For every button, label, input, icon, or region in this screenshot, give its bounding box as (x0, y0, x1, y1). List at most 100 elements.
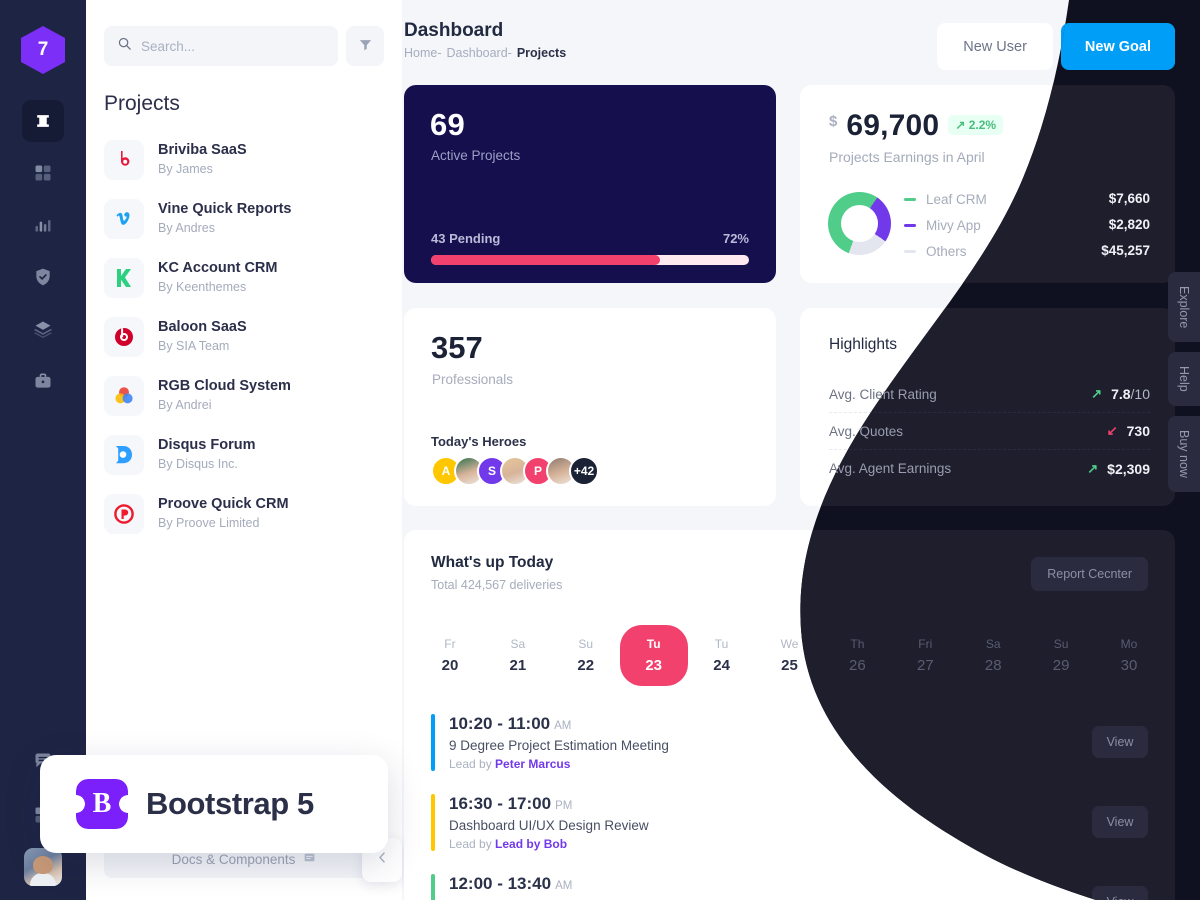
project-name: RGB Cloud System (158, 377, 291, 394)
earnings-legend: Leaf CRM Mivy App Others (904, 186, 987, 264)
rail-item-1-grid[interactable] (22, 152, 64, 194)
legend-item: Others (904, 238, 987, 264)
event-lead-name[interactable]: Peter Marcus (495, 757, 570, 771)
calendar-day[interactable]: Th 26 (823, 625, 891, 686)
calendar-day[interactable]: Tu 24 (688, 625, 756, 686)
list-item[interactable]: Baloon SaaS By SIA Team (104, 307, 402, 366)
calendar-day[interactable]: Sa 21 (484, 625, 552, 686)
report-center-button[interactable]: Report Cecnter (1031, 557, 1148, 591)
view-button[interactable]: View (1092, 806, 1148, 838)
legend-value: $7,660 (1108, 191, 1150, 206)
active-projects-count: 69 (430, 107, 466, 142)
search-input[interactable] (141, 38, 325, 54)
day-number: 25 (781, 657, 798, 674)
sidetab-help[interactable]: Help (1168, 352, 1200, 407)
day-name: Sa (985, 637, 1001, 651)
project-author: By Keenthemes (158, 280, 247, 295)
avatar[interactable]: +42 (569, 456, 599, 486)
event-color-bar (431, 793, 435, 851)
list-item[interactable]: Briviba SaaS By James (104, 130, 402, 189)
bootstrap-badge: B Bootstrap 5 (40, 755, 388, 853)
day-number: 21 (509, 657, 527, 674)
view-button[interactable]: View (1092, 726, 1148, 758)
trend-arrow-icon: ↗ (1091, 386, 1103, 401)
view-button[interactable]: View (1092, 886, 1148, 900)
calendar-day[interactable]: Fr 20 (416, 625, 484, 686)
professionals-label: Professionals (432, 372, 514, 387)
app-logo[interactable]: 7 (21, 26, 65, 74)
filter-button[interactable] (346, 26, 384, 66)
page-title: Projects (104, 92, 180, 115)
project-logo-icon (104, 198, 144, 239)
bootstrap-logo-icon: B (76, 779, 128, 829)
bar-chart-icon (33, 215, 53, 235)
day-name: Sa (510, 637, 526, 651)
project-logo-icon (104, 316, 144, 357)
rail-nav (22, 100, 64, 402)
projects-list: Briviba SaaS By James Vine Quick Reports… (86, 116, 402, 543)
event-lead: Lead by Peter Marcus (449, 757, 669, 771)
legend-label: Mivy App (926, 217, 981, 233)
new-user-button[interactable]: New User (937, 23, 1053, 70)
legend-value: $2,820 (1108, 217, 1150, 232)
day-number: 20 (441, 657, 459, 674)
rail-item-0-cube[interactable] (22, 100, 64, 142)
event-lead-prefix: Lead by (449, 836, 496, 851)
earnings-amount-row: $ 69,700 ↗ 2.2% (829, 111, 1004, 141)
day-name: We (780, 637, 799, 651)
list-item[interactable]: Vine Quick Reports By Andres (104, 189, 402, 248)
calendar-day[interactable]: Su 22 (552, 625, 620, 686)
day-name: Su (1053, 637, 1069, 651)
legend-item: Mivy App (904, 212, 987, 238)
day-name: Fr (444, 637, 456, 651)
active-projects-card: 69 Active Projects 43 Pending 72% (404, 85, 776, 283)
rail-item-3-shield-check[interactable] (22, 256, 64, 298)
avatar[interactable] (24, 848, 62, 886)
sidetab-buy-now[interactable]: Buy now (1168, 416, 1200, 493)
highlights-title: Highlights (829, 336, 898, 353)
list-item[interactable]: Disqus Forum By Disqus Inc. (104, 425, 402, 484)
calendar-day[interactable]: Fri 27 (891, 625, 959, 686)
event-lead-name[interactable]: Lead by Bob (495, 837, 567, 851)
professionals-count: 357 (431, 330, 483, 365)
day-number: 26 (849, 657, 866, 674)
project-author: By SIA Team (158, 339, 230, 354)
day-name: Fri (918, 637, 933, 651)
rail-item-4-layers[interactable] (22, 308, 64, 350)
app-window: 7 P (0, 0, 1200, 900)
day-name: Th (850, 637, 865, 651)
calendar-day[interactable]: Su 29 (1027, 625, 1095, 686)
project-logo-icon (104, 139, 144, 180)
legend-swatch (904, 223, 916, 227)
breadcrumb-item[interactable]: Projects (517, 46, 566, 60)
breadcrumb: Home- Dashboard- Projects (404, 46, 566, 60)
list-item[interactable]: Proove Quick CRM By Proove Limited (104, 484, 402, 543)
calendar-day[interactable]: Sa 28 (959, 625, 1027, 686)
list-item[interactable]: KC Account CRM By Keenthemes (104, 248, 402, 307)
project-name: KC Account CRM (158, 259, 278, 276)
calendar-day[interactable]: Mo 30 (1095, 625, 1163, 686)
project-author: By Proove Limited (158, 516, 260, 531)
breadcrumb-item[interactable]: Dashboard- (447, 46, 512, 60)
earnings-delta-badge: ↗ 2.2% (948, 115, 1004, 135)
project-logo-icon (104, 375, 144, 416)
day-number: 22 (577, 657, 595, 674)
todays-heroes-label: Today's Heroes (431, 434, 527, 449)
search-box[interactable] (104, 26, 338, 66)
day-number: 30 (1120, 657, 1138, 674)
search-icon (117, 36, 132, 56)
progress-track (431, 255, 749, 265)
chevron-left-icon (375, 850, 390, 870)
whats-up-title: What's up Today (431, 554, 554, 571)
rail-item-2-bar-chart[interactable] (22, 204, 64, 246)
list-item[interactable]: RGB Cloud System By Andrei (104, 366, 402, 425)
new-goal-button[interactable]: New Goal (1061, 23, 1175, 70)
day-name: Tu (714, 637, 729, 651)
search-row (86, 0, 402, 66)
event-lead: Lead by Lead by Bob (449, 837, 649, 851)
sidetab-explore[interactable]: Explore (1168, 272, 1200, 343)
breadcrumb-item[interactable]: Home- (404, 46, 442, 60)
project-logo-icon (104, 434, 144, 475)
calendar-day[interactable]: Tu 23 (619, 625, 688, 686)
rail-item-5-briefcase[interactable] (22, 360, 64, 402)
